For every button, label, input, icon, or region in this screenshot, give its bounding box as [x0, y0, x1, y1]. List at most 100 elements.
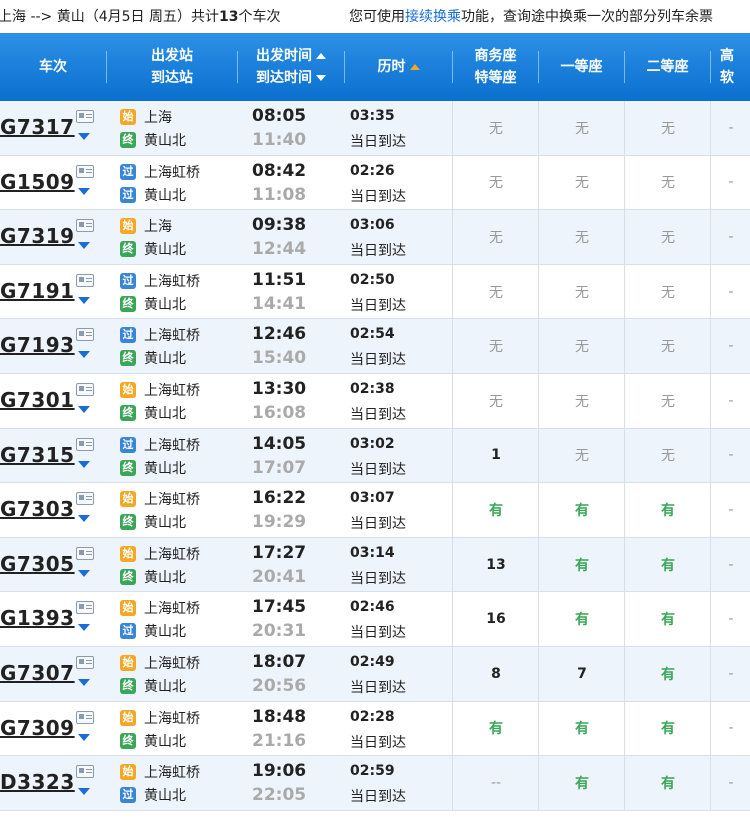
- train-info-icon[interactable]: [76, 492, 94, 506]
- station-badge: 终: [120, 404, 136, 421]
- chevron-down-icon[interactable]: [78, 678, 90, 686]
- train-info-icon[interactable]: [76, 328, 94, 342]
- seat-second-class: 无: [624, 319, 711, 373]
- depart-station: 始上海虹桥: [120, 544, 200, 564]
- arrive-time: 15:40: [252, 348, 307, 369]
- depart-station: 始上海: [120, 107, 172, 127]
- depart-time: 18:07: [252, 651, 307, 672]
- duration: 03:14: [350, 544, 395, 561]
- duration: 03:07: [350, 490, 395, 507]
- col-train[interactable]: 车次: [0, 33, 106, 101]
- arrival-note: 当日到达: [350, 789, 406, 806]
- chevron-down-icon[interactable]: [78, 405, 90, 413]
- duration: 02:54: [350, 326, 395, 343]
- chevron-down-icon[interactable]: [78, 733, 90, 741]
- train-number-link[interactable]: D3323: [0, 770, 75, 824]
- arrival-note: 当日到达: [350, 570, 406, 587]
- station-badge: 始: [120, 600, 136, 617]
- seat-business: 1: [452, 428, 539, 483]
- sort-depart-time[interactable]: 出发时间: [256, 45, 326, 67]
- station-badge: 过: [120, 623, 136, 640]
- chevron-down-icon[interactable]: [78, 788, 90, 796]
- depart-station: 始上海: [120, 216, 172, 236]
- route-summary: 上海 --> 黄山（4月5日 周五）共计13个车次: [0, 9, 281, 25]
- depart-time: 08:05: [252, 106, 307, 126]
- station-badge: 过: [120, 436, 136, 453]
- train-info-icon[interactable]: [76, 382, 94, 396]
- chevron-down-icon[interactable]: [78, 351, 90, 359]
- seat-business: 16: [452, 592, 539, 646]
- seat-first-class: 有: [538, 537, 625, 592]
- train-info-icon[interactable]: [76, 601, 94, 615]
- duration: 02:28: [350, 708, 395, 725]
- arrival-note: 当日到达: [350, 134, 406, 150]
- train-info-icon[interactable]: [76, 765, 94, 779]
- seat-more: -: [710, 483, 750, 537]
- seat-second-class: 有: [624, 646, 711, 701]
- table-row: G7317 始上海终黄山北 08:05 11:40 03:35 当日到达无无无 -: [0, 101, 750, 156]
- train-info-icon[interactable]: [76, 110, 94, 123]
- depart-station: 过上海虹桥: [120, 435, 200, 455]
- chevron-down-icon[interactable]: [78, 133, 90, 140]
- arrival-note: 当日到达: [350, 188, 406, 205]
- sort-arrive-time[interactable]: 到达时间: [256, 67, 326, 89]
- depart-time: 17:45: [252, 597, 307, 618]
- arrive-time: 17:07: [252, 457, 307, 478]
- table-row: G7301 始上海虹桥终黄山北 13:30 16:08 02:38 当日到达无无无 -: [0, 373, 750, 429]
- chevron-down-icon[interactable]: [78, 242, 90, 250]
- transfer-link[interactable]: 接续换乘: [405, 9, 461, 25]
- table-row: G7307 始上海虹桥终黄山北 18:07 20:56 02:49 当日到达 8 7 有 -: [0, 646, 750, 702]
- depart-station: 始上海虹桥: [120, 598, 200, 618]
- train-info-icon[interactable]: [76, 710, 94, 724]
- seat-first-class: 无: [538, 319, 625, 373]
- seat-second-class: 无: [624, 210, 711, 264]
- arrival-note: 当日到达: [350, 243, 406, 260]
- chevron-down-icon[interactable]: [78, 296, 90, 304]
- table-row: G7191 过上海虹桥终黄山北 11:51 14:41 02:50 当日到达无无无 -: [0, 264, 750, 320]
- duration: 03:06: [350, 217, 395, 234]
- col-duration[interactable]: 历时: [345, 33, 452, 101]
- depart-time: 16:22: [252, 488, 307, 509]
- arrive-station: 过黄山北: [120, 185, 186, 205]
- seat-second-class: 有: [624, 756, 711, 810]
- transfer-hint: 您可使用接续换乘功能，查询途中换乘一次的部分列车余票: [349, 9, 713, 25]
- seat-first-class: 无: [538, 101, 625, 155]
- table-row: G7309 始上海虹桥终黄山北 18:48 21:16 02:28 当日到达有有有 -: [0, 701, 750, 757]
- train-info-icon[interactable]: [76, 655, 94, 669]
- chevron-down-icon[interactable]: [78, 187, 90, 195]
- duration: 03:02: [350, 435, 395, 452]
- table-row: G1393 始上海虹桥过黄山北 17:45 20:31 02:46 当日到达 16 有有 -: [0, 592, 750, 647]
- train-info-icon[interactable]: [76, 219, 94, 233]
- depart-station: 始上海虹桥: [120, 380, 200, 400]
- seat-second-class: 有: [624, 592, 711, 646]
- seat-business: 无: [452, 101, 539, 155]
- train-info-icon[interactable]: [76, 437, 94, 451]
- col-time[interactable]: 出发时间 到达时间: [238, 33, 344, 101]
- seat-first-class: 有: [538, 756, 625, 810]
- seat-second-class: 无: [624, 155, 711, 210]
- table-row: G7319 始上海终黄山北 09:38 12:44 03:06 当日到达无无无 -: [0, 210, 750, 265]
- train-list: G7317 始上海终黄山北 08:05 11:40 03:35 当日到达无无无 - G1509…: [0, 101, 750, 811]
- train-info-icon[interactable]: [76, 273, 94, 287]
- chevron-down-icon[interactable]: [78, 624, 90, 632]
- arrive-station: 终黄山北: [120, 239, 186, 259]
- train-info-icon[interactable]: [76, 546, 94, 560]
- chevron-down-icon[interactable]: [78, 515, 90, 523]
- duration: 02:46: [350, 599, 395, 616]
- arrive-time: 11:08: [252, 184, 307, 205]
- depart-time: 13:30: [252, 378, 307, 399]
- seat-more: -: [710, 373, 750, 428]
- arrive-time: 19:29: [252, 512, 307, 533]
- seat-more: -: [710, 428, 750, 483]
- seat-second-class: 无: [624, 101, 711, 155]
- seat-business: 无: [452, 373, 539, 428]
- chevron-down-icon[interactable]: [78, 460, 90, 468]
- arrival-note: 当日到达: [350, 297, 406, 314]
- duration: 02:59: [350, 763, 395, 780]
- seat-more: -: [710, 646, 750, 701]
- depart-time: 17:27: [252, 542, 307, 563]
- seat-second-class: 无: [624, 264, 711, 319]
- train-info-icon[interactable]: [76, 164, 94, 178]
- chevron-down-icon[interactable]: [78, 569, 90, 577]
- seat-more: -: [710, 537, 750, 592]
